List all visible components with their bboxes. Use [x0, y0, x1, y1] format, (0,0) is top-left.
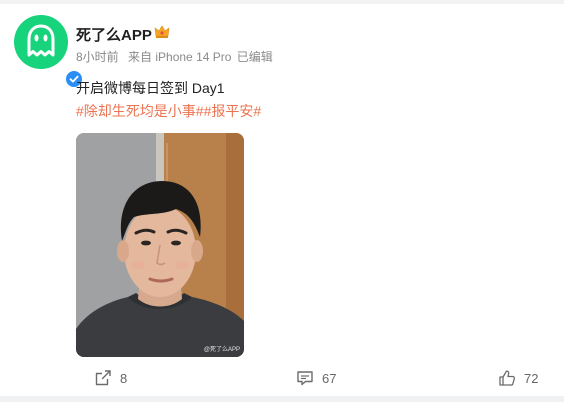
avatar[interactable]	[14, 15, 84, 89]
crown-icon	[154, 24, 170, 44]
share-button[interactable]: 8	[94, 368, 127, 388]
post-time[interactable]: 8小时前	[76, 50, 119, 64]
like-button[interactable]: 72	[498, 368, 538, 388]
post-photo[interactable]: @死了么APP	[76, 133, 244, 357]
hashtag-link[interactable]: #除却生死均是小事##报平安#	[76, 101, 261, 121]
share-count: 8	[120, 370, 128, 386]
post-source: 来自 iPhone 14 Pro	[128, 50, 232, 64]
photo-watermark: @死了么APP	[204, 346, 240, 353]
post-text: 开启微博每日签到 Day1	[76, 80, 225, 96]
username[interactable]: 死了么APP	[76, 24, 152, 45]
like-count: 72	[524, 370, 539, 386]
selfie-image: @死了么APP	[76, 133, 244, 357]
comment-count: 67	[322, 370, 337, 386]
bottom-divider	[0, 396, 564, 402]
weibo-post-card: 死了么APP 8小时前 来自 iPhone 14 Pro 已编辑 开启微博每日签…	[0, 0, 564, 402]
post-meta: 8小时前 来自 iPhone 14 Pro 已编辑	[76, 48, 279, 65]
thumbs-up-icon	[499, 370, 516, 386]
comment-icon	[297, 371, 313, 386]
comment-button[interactable]: 67	[296, 368, 336, 388]
top-divider	[0, 0, 564, 4]
edited-label[interactable]: 已编辑	[237, 50, 273, 64]
share-icon	[95, 370, 111, 386]
ghost-icon	[27, 24, 55, 57]
